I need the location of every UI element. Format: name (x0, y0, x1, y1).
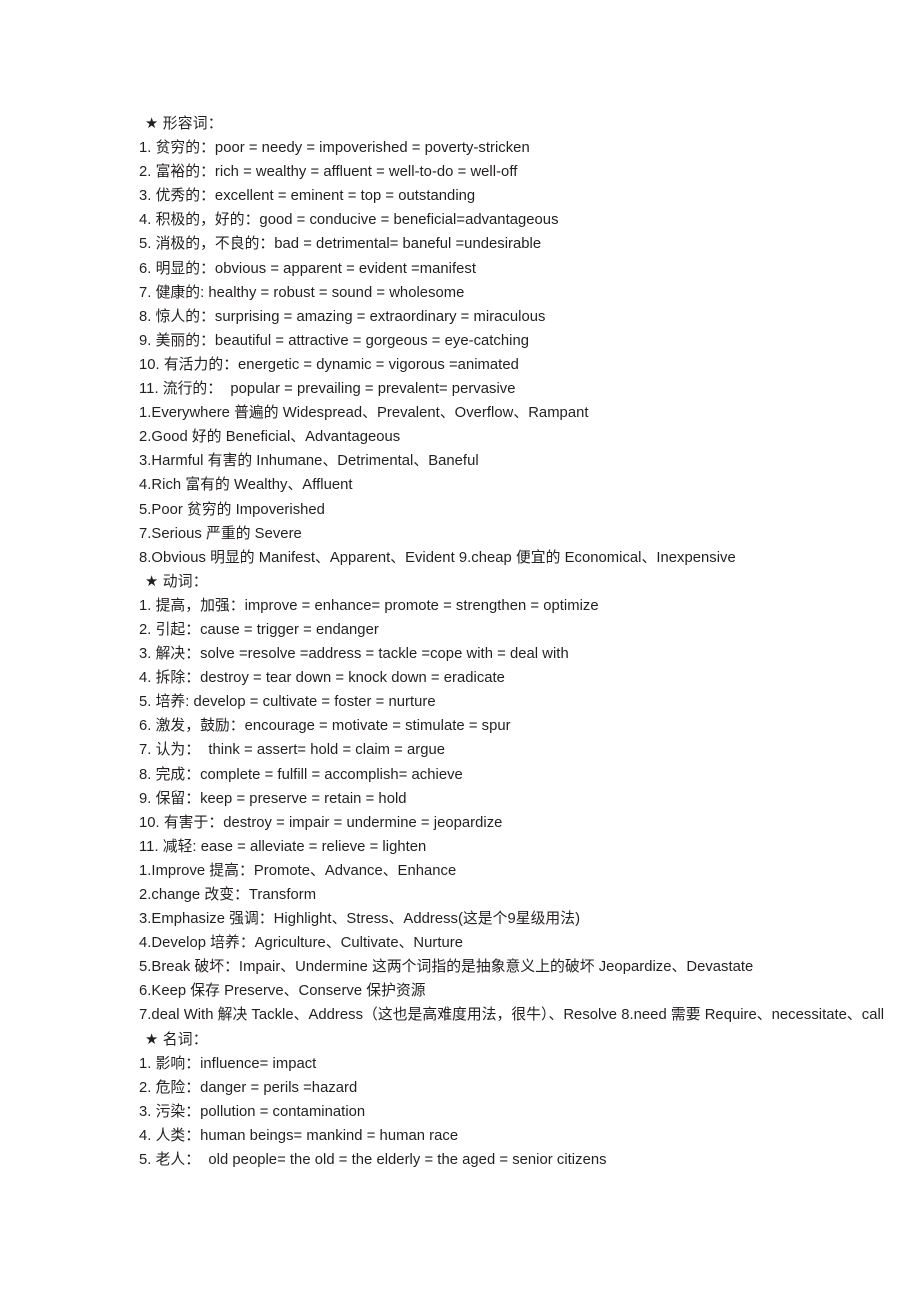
vocabulary-line: 5. 消极的，不良的：bad = detrimental= baneful =u… (139, 236, 542, 253)
vocabulary-line: 2.change 改变：Transform (139, 887, 317, 903)
vocabulary-line: 1. 贫穷的：poor = needy = impoverished = pov… (139, 140, 530, 157)
vocabulary-line: 5.Poor 贫穷的 Impoverished (139, 501, 325, 518)
section-heading: ★ 名词： (145, 1031, 208, 1048)
vocabulary-line: 6. 明显的：obvious = apparent = evident =man… (139, 260, 476, 277)
vocabulary-line: 11. 流行的： popular = prevailing = prevalen… (139, 381, 516, 398)
vocabulary-line: 2.Good 好的 Beneficial、Advantageous (139, 429, 401, 446)
section-heading: ★ 动词： (145, 573, 208, 590)
vocabulary-line: 11. 减轻: ease = alleviate = relieve = lig… (139, 838, 427, 855)
vocabulary-line: 4. 拆除：destroy = tear down = knock down =… (139, 670, 505, 687)
vocabulary-line: 1. 影响：influence= impact (139, 1055, 317, 1072)
vocabulary-line: 3. 优秀的：excellent = eminent = top = outst… (139, 188, 476, 205)
vocabulary-line: 5. 培养: develop = cultivate = foster = nu… (139, 694, 436, 711)
vocabulary-line: 3. 污染：pollution = contamination (139, 1103, 366, 1120)
vocabulary-line: 4.Develop 培养：Agriculture、Cultivate、Nurtu… (139, 935, 464, 952)
vocabulary-line: 5. 老人： old people= the old = the elderly… (139, 1152, 607, 1169)
vocabulary-line: 6. 激发，鼓励：encourage = motivate = stimulat… (139, 718, 511, 735)
vocabulary-line: 4. 人类：human beings= mankind = human race (139, 1127, 459, 1144)
vocabulary-line: 5.Break 破坏：Impair、Undermine 这两个词指的是抽象意义上… (139, 959, 754, 976)
vocabulary-line: 4. 积极的，好的：good = conducive = beneficial=… (139, 212, 559, 229)
vocabulary-line: 7. 认为： think = assert= hold = claim = ar… (139, 742, 446, 759)
vocabulary-line: 2. 危险：danger = perils =hazard (139, 1079, 358, 1096)
vocabulary-line: 7. 健康的: healthy = robust = sound = whole… (139, 284, 465, 301)
vocabulary-line: 3.Harmful 有害的 Inhumane、Detrimental、Banef… (139, 453, 479, 470)
vocabulary-line: 9. 保留：keep = preserve = retain = hold (139, 790, 407, 807)
document-text-body: ★ 形容词： 1. 贫穷的：poor = needy = impoverished… (0, 112, 920, 1172)
vocabulary-line: 8. 惊人的：surprising = amazing = extraordin… (139, 308, 546, 325)
vocabulary-line: 1. 提高，加强：improve = enhance= promote = st… (139, 597, 599, 614)
vocabulary-line: 10. 有害于：destroy = impair = undermine = j… (139, 814, 503, 831)
vocabulary-line: 3.Emphasize 强调：Highlight、Stress、Address(… (139, 911, 581, 928)
vocabulary-line: 7.deal With 解决 Tackle、Address（这也是高难度用法，很… (139, 1007, 885, 1024)
vocabulary-line: 3. 解决：solve =resolve =address = tackle =… (139, 646, 569, 663)
vocabulary-line: 1.Everywhere 普遍的 Widespread、Prevalent、Ov… (139, 405, 589, 422)
vocabulary-line: 7.Serious 严重的 Severe (139, 525, 302, 542)
vocabulary-line: 8.Obvious 明显的 Manifest、Apparent、Evident … (139, 549, 736, 566)
document-page: ★ 形容词： 1. 贫穷的：poor = needy = impoverished… (0, 0, 920, 1302)
section-heading: ★ 形容词： (145, 116, 223, 132)
vocabulary-line: 10. 有活力的：energetic = dynamic = vigorous … (139, 356, 519, 373)
vocabulary-line: 6.Keep 保存 Preserve、Conserve 保护资源 (139, 983, 426, 1000)
vocabulary-line: 8. 完成：complete = fulfill = accomplish= a… (139, 766, 463, 783)
vocabulary-line: 4.Rich 富有的 Wealthy、Affluent (139, 477, 353, 494)
vocabulary-line: 1.Improve 提高：Promote、Advance、Enhance (139, 862, 457, 879)
vocabulary-line: 9. 美丽的：beautiful = attractive = gorgeous… (139, 332, 530, 349)
vocabulary-line: 2. 富裕的：rich = wealthy = affluent = well-… (139, 164, 518, 181)
vocabulary-line: 2. 引起：cause = trigger = endanger (139, 621, 379, 638)
